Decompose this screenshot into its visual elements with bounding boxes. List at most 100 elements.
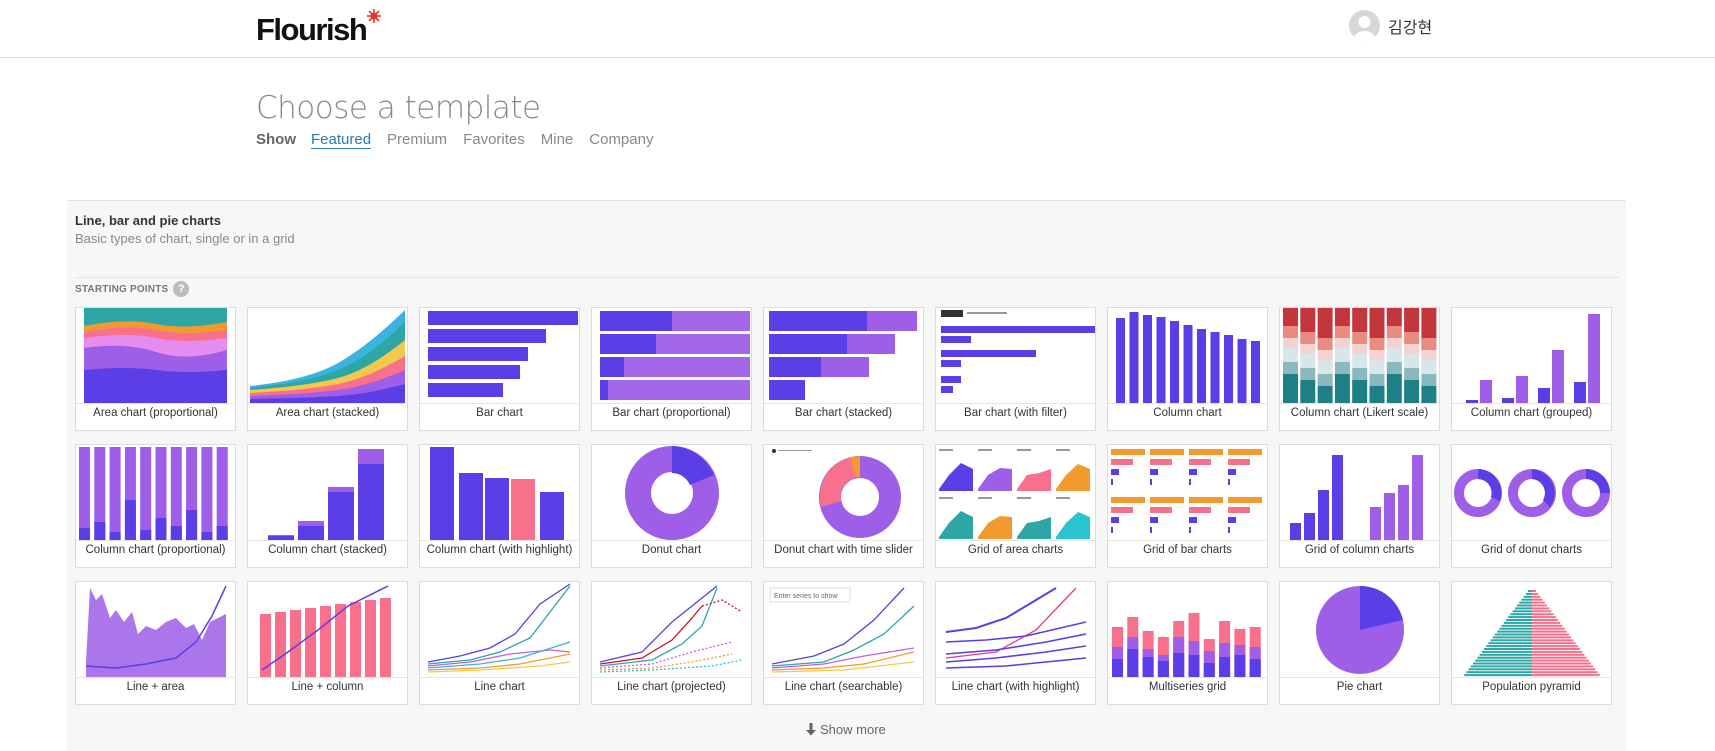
template-card-grid-bar[interactable]: Grid of bar charts	[1107, 444, 1268, 568]
template-label: Column chart (stacked)	[268, 544, 387, 556]
template-card-pie[interactable]: Pie chart	[1279, 581, 1440, 705]
template-card-line-projected[interactable]: Line chart (projected)	[591, 581, 752, 705]
template-label: Pie chart	[1336, 681, 1383, 693]
template-label: Bar chart (proportional)	[612, 407, 731, 419]
flourish-logo[interactable]: Flourish	[256, 9, 382, 49]
template-section: Line, bar and pie charts Basic types of …	[67, 200, 1626, 751]
template-label: Line chart (projected)	[617, 681, 726, 693]
template-card-column-grouped[interactable]: Column chart (grouped)	[1451, 307, 1612, 431]
column-grouped-icon	[1452, 308, 1611, 404]
filter-tab-favorites[interactable]: Favorites	[463, 131, 525, 149]
template-card-column-likert[interactable]: Column chart (Likert scale)	[1279, 307, 1440, 431]
filter-tab-featured[interactable]: Featured	[311, 131, 372, 149]
template-label: Donut chart	[641, 544, 702, 556]
arrow-down-icon	[806, 723, 816, 736]
template-card-grid-donut[interactable]: Grid of donut charts	[1451, 444, 1612, 568]
avatar	[1349, 10, 1380, 41]
show-more-button[interactable]: Show more	[805, 722, 886, 737]
section-divider	[75, 277, 1620, 278]
grid-column-icon	[1280, 445, 1439, 541]
template-card-line-searchable[interactable]: Enter series to show Line chart (searchab…	[763, 581, 924, 705]
template-label: Bar chart	[476, 407, 523, 419]
line-searchable-icon: Enter series to show	[764, 582, 923, 678]
bar-proportional-icon	[592, 308, 751, 404]
template-label: Line chart	[474, 681, 525, 693]
template-label: Grid of area charts	[967, 544, 1064, 556]
column-icon	[1108, 308, 1267, 404]
template-label: Area chart (stacked)	[275, 407, 380, 419]
template-card-line-highlight[interactable]: Line chart (with highlight)	[935, 581, 1096, 705]
grid-area-icon	[936, 445, 1095, 541]
template-label: Bar chart (stacked)	[794, 407, 893, 419]
pie-icon	[1280, 582, 1439, 678]
template-label: Column chart (Likert scale)	[1290, 407, 1429, 419]
template-card-bar-stacked[interactable]: Bar chart (stacked)	[763, 307, 924, 431]
column-stacked-icon	[248, 445, 407, 541]
template-card-donut[interactable]: Donut chart	[591, 444, 752, 568]
logo-star-icon	[367, 9, 382, 23]
template-label: Line chart (with highlight)	[951, 681, 1080, 693]
line-icon	[420, 582, 579, 678]
template-card-line-area[interactable]: Line + area	[75, 581, 236, 705]
template-label: Population pyramid	[1482, 681, 1581, 693]
template-label: Donut chart with time slider	[774, 544, 913, 556]
grid-donut-icon	[1452, 445, 1611, 541]
starting-points-label: STARTING POINTS ?	[75, 281, 190, 297]
template-card-multiseries-grid[interactable]: Multiseries grid	[1107, 581, 1268, 705]
help-icon[interactable]: ?	[173, 281, 190, 297]
template-card-column[interactable]: Column chart	[1107, 307, 1268, 431]
template-label: Column chart	[1153, 407, 1222, 419]
template-label: Column chart (grouped)	[1470, 407, 1593, 419]
template-card-column-proportional[interactable]: Column chart (proportional)	[75, 444, 236, 568]
line-area-icon	[76, 582, 235, 678]
template-card-grid-column[interactable]: Grid of column charts	[1279, 444, 1440, 568]
template-card-bar-proportional[interactable]: Bar chart (proportional)	[591, 307, 752, 431]
template-label: Column chart (proportional)	[85, 544, 226, 556]
template-label: Grid of column charts	[1304, 544, 1415, 556]
filter-bar: Show Featured Premium Favorites Mine Com…	[256, 131, 669, 149]
top-header: Flourish 김강현	[0, 0, 1715, 58]
template-card-population-pyramid[interactable]: Population pyramid	[1451, 581, 1612, 705]
template-card-line-column[interactable]: Line + column	[247, 581, 408, 705]
template-label: Multiseries grid	[1148, 681, 1227, 693]
line-projected-icon	[592, 582, 751, 678]
template-label: Area chart (proportional)	[93, 407, 218, 419]
grid-bar-icon	[1108, 445, 1267, 541]
user-avatar-icon	[1353, 16, 1376, 41]
column-highlight-icon	[420, 445, 579, 541]
bar-icon	[420, 308, 579, 404]
column-likert-icon	[1280, 308, 1439, 404]
logo-text: Flourish	[256, 12, 368, 47]
template-card-column-stacked[interactable]: Column chart (stacked)	[247, 444, 408, 568]
line-highlight-icon	[936, 582, 1095, 678]
filter-tab-mine[interactable]: Mine	[541, 131, 574, 149]
template-label: Column chart (with highlight)	[426, 544, 573, 556]
template-card-area-proportional[interactable]: Area chart (proportional)	[75, 307, 236, 431]
template-label: Grid of bar charts	[1143, 544, 1232, 556]
template-card-donut-slider[interactable]: Donut chart with time slider	[763, 444, 924, 568]
population-pyramid-icon	[1452, 582, 1611, 678]
template-label: Bar chart (with filter)	[964, 407, 1067, 419]
column-proportional-icon	[76, 445, 235, 541]
template-label: Line chart (searchable)	[784, 681, 903, 693]
starting-points-text: STARTING POINTS	[75, 283, 169, 295]
area-stacked-icon	[248, 308, 407, 404]
template-card-grid-area[interactable]: Grid of area charts	[935, 444, 1096, 568]
template-card-bar-filter[interactable]: Bar chart (with filter)	[935, 307, 1096, 431]
filter-label: Show	[256, 131, 296, 148]
filter-tab-premium[interactable]: Premium	[387, 131, 447, 149]
filter-tab-company[interactable]: Company	[589, 131, 653, 149]
template-card-area-stacked[interactable]: Area chart (stacked)	[247, 307, 408, 431]
donut-slider-icon	[764, 445, 923, 541]
template-label: Line + area	[126, 681, 185, 693]
template-card-column-highlight[interactable]: Column chart (with highlight)	[419, 444, 580, 568]
user-name: 김강현	[1388, 19, 1433, 37]
template-card-line[interactable]: Line chart	[419, 581, 580, 705]
show-more-label: Show more	[820, 722, 886, 737]
template-card-bar[interactable]: Bar chart	[419, 307, 580, 431]
section-subtitle: Basic types of chart, single or in a gri…	[75, 231, 295, 246]
area-proportional-icon	[76, 308, 235, 404]
template-label: Line + column	[291, 681, 364, 693]
bar-stacked-icon	[764, 308, 923, 404]
user-menu[interactable]: 김강현	[1349, 10, 1432, 41]
